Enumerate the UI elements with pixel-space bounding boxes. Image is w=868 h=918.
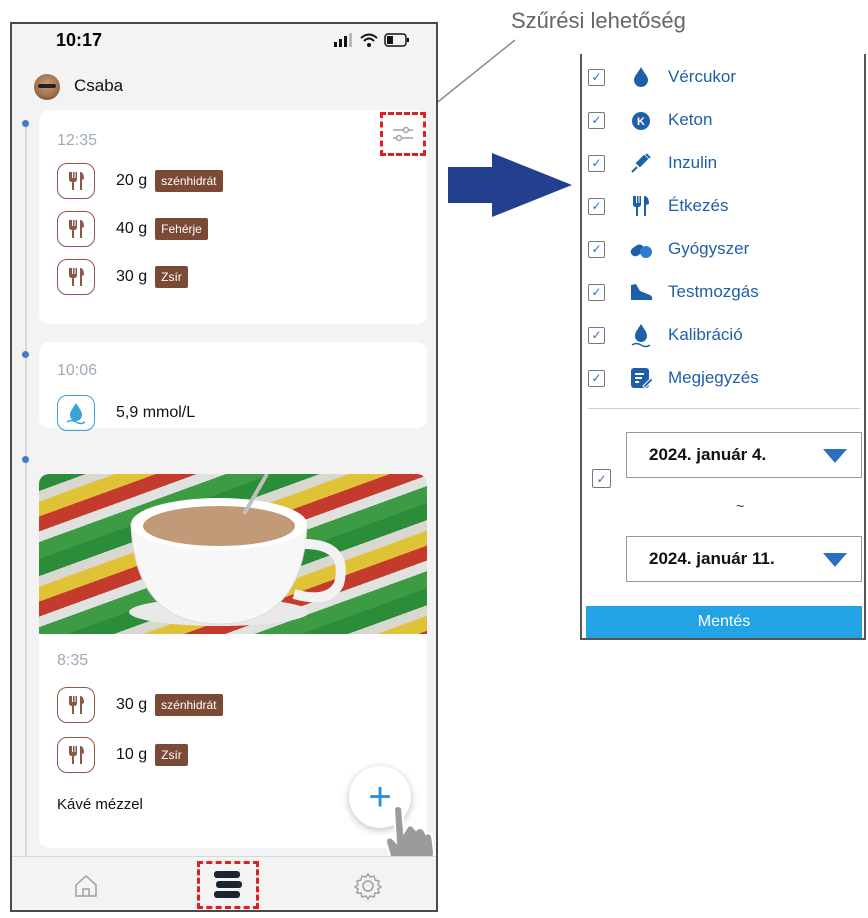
timeline-dot: [22, 351, 29, 358]
nutrient-amount: 40 g: [116, 220, 148, 237]
user-name: Csaba: [74, 76, 124, 95]
divider: [588, 408, 860, 409]
date-range-separator: ~: [736, 498, 745, 514]
gear-icon: [353, 872, 383, 901]
nutrient-row: 40 g Fehérje: [57, 210, 208, 248]
meal-photo[interactable]: [39, 474, 427, 634]
shoe-icon: [628, 279, 654, 305]
checkbox[interactable]: ✓: [588, 326, 605, 344]
phone-screen: 10:17 Csaba 12:35 20 g szénhidrát 40 g F…: [10, 22, 438, 912]
user-header[interactable]: Csaba: [12, 68, 436, 108]
svg-text:K: K: [637, 116, 645, 128]
nav-settings[interactable]: [348, 865, 388, 907]
note-icon: [628, 365, 654, 391]
save-button[interactable]: Mentés: [586, 606, 862, 638]
filter-panel: ✓ Vércukor ✓ K Keton ✓ Inzulin ✓ Étkezés…: [580, 54, 866, 640]
entry-time: 12:35: [57, 132, 98, 149]
entry-time: 8:35: [57, 652, 89, 669]
nutrient-row: 10 g Zsír: [57, 736, 188, 774]
blood-glucose-icon: [57, 395, 95, 431]
avatar[interactable]: [34, 74, 60, 100]
status-bar: 10:17: [12, 24, 436, 62]
checkbox[interactable]: ✓: [588, 68, 605, 86]
arrow-right-icon: [448, 153, 572, 217]
filter-item-kalibracio[interactable]: ✓ Kalibráció: [582, 316, 864, 354]
filter-label: Inzulin: [668, 153, 718, 172]
cutlery-icon: [628, 193, 654, 219]
filter-label: Kalibráció: [668, 325, 743, 344]
pills-icon: [628, 236, 654, 262]
syringe-icon: [628, 150, 654, 176]
nav-home[interactable]: [66, 865, 106, 907]
filter-item-megjegyzes[interactable]: ✓ Megjegyzés: [582, 359, 864, 397]
cutlery-icon: [57, 211, 95, 247]
checkbox[interactable]: ✓: [588, 197, 605, 215]
entry-time: 10:06: [57, 362, 98, 379]
glucose-entry-card[interactable]: 10:06 5,9 mmol/L: [39, 342, 427, 431]
filter-label: Gyógyszer: [668, 239, 750, 258]
entry-note: Kávé mézzel: [57, 796, 143, 813]
timeline-dot: [22, 456, 29, 463]
filter-label: Keton: [668, 110, 713, 129]
timeline-line: [25, 120, 27, 860]
home-icon: [75, 874, 97, 897]
nutrient-amount: 30 g: [116, 268, 148, 285]
date-from-value: 2024. január 4.: [649, 445, 767, 464]
checkbox[interactable]: ✓: [588, 111, 605, 129]
date-to-value: 2024. január 11.: [649, 549, 775, 568]
filter-label: Vércukor: [668, 67, 737, 86]
nutrient-tag: szénhidrát: [155, 170, 223, 192]
nutrient-row: 20 g szénhidrát: [57, 162, 223, 200]
filter-button[interactable]: [380, 112, 426, 156]
meal-entry-card[interactable]: 12:35 20 g szénhidrát 40 g Fehérje 30 g …: [39, 110, 427, 324]
filter-label: Testmozgás: [668, 282, 759, 301]
checkbox[interactable]: ✓: [588, 154, 605, 172]
nutrient-amount: 20 g: [116, 172, 148, 189]
reading-row: 5,9 mmol/L: [57, 394, 195, 432]
nutrient-amount: 10 g: [116, 746, 148, 763]
nutrient-tag: Fehérje: [155, 218, 208, 240]
timeline-dot: [22, 120, 29, 127]
nutrient-tag: Zsír: [155, 744, 188, 766]
checkbox[interactable]: ✓: [588, 369, 605, 387]
glucose-reading: 5,9 mmol/L: [116, 404, 196, 421]
filter-item-gyogyszer[interactable]: ✓ Gyógyszer: [582, 230, 864, 268]
date-from-select[interactable]: 2024. január 4.: [626, 432, 862, 478]
checkbox[interactable]: ✓: [588, 283, 605, 301]
filter-item-inzulin[interactable]: ✓ Inzulin: [582, 144, 864, 182]
battery-icon: [384, 33, 409, 47]
status-icons: [334, 33, 410, 47]
drop-icon: [628, 64, 654, 90]
ketone-icon: K: [628, 107, 654, 133]
nav-list[interactable]: [197, 861, 259, 909]
cutlery-icon: [57, 737, 95, 773]
filter-item-keton[interactable]: ✓ K Keton: [582, 101, 864, 139]
filter-item-testmozgas[interactable]: ✓ Testmozgás: [582, 273, 864, 311]
dropdown-arrow-icon: [823, 449, 847, 463]
cutlery-icon: [57, 163, 95, 199]
date-filter-checkbox[interactable]: ✓: [592, 469, 611, 488]
coffee-cup-image: [129, 474, 346, 626]
nutrient-tag: szénhidrát: [155, 694, 223, 716]
checkbox[interactable]: ✓: [588, 240, 605, 258]
sliders-icon: [393, 126, 413, 142]
filter-label: Étkezés: [668, 196, 729, 215]
filter-item-etkezes[interactable]: ✓ Étkezés: [582, 187, 864, 225]
nutrient-amount: 30 g: [116, 696, 148, 713]
signal-icon: [334, 33, 352, 47]
status-time: 10:17: [56, 30, 103, 50]
nutrient-row: 30 g Zsír: [57, 258, 188, 296]
dropdown-arrow-icon: [823, 553, 847, 567]
nutrient-row: 30 g szénhidrát: [57, 686, 223, 724]
filter-label: Megjegyzés: [668, 368, 759, 387]
calibration-icon: [628, 322, 654, 348]
cutlery-icon: [57, 259, 95, 295]
filter-item-vercukor[interactable]: ✓ Vércukor: [582, 58, 864, 96]
bottom-nav: [12, 856, 436, 910]
date-to-select[interactable]: 2024. január 11.: [626, 536, 862, 582]
wifi-icon: [360, 33, 378, 47]
nutrient-tag: Zsír: [155, 266, 188, 288]
cutlery-icon: [57, 687, 95, 723]
list-icon: [214, 871, 242, 898]
